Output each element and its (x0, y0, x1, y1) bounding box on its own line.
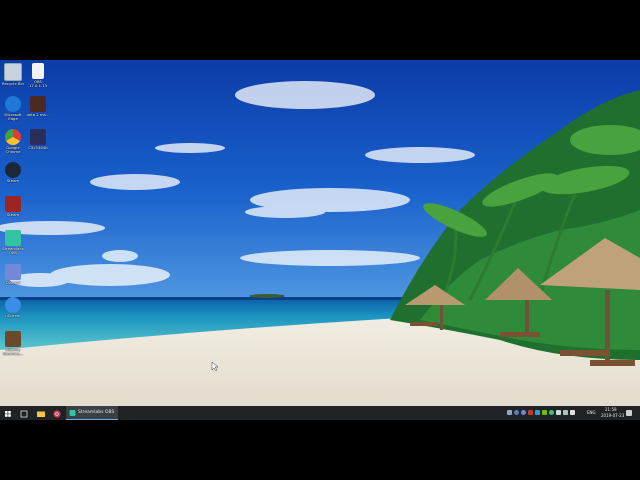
desktop-icon-chrome[interactable]: Google Chrome (1, 129, 25, 155)
steam-game-icon (5, 196, 21, 212)
app-tray-icon[interactable] (535, 410, 540, 415)
desktop-icon-streamlabs-obs[interactable]: Streamlabs OBS (1, 230, 25, 256)
icon-label: C5c5464b (28, 145, 48, 150)
icon-label: OBS 17.0.1.13 (28, 79, 48, 89)
app-tray-icon-2[interactable] (549, 410, 554, 415)
desktop-icon-roomie[interactable]: Roomie Downloa... (1, 331, 25, 357)
steam-tray-icon[interactable] (514, 410, 519, 415)
roomie-icon (5, 331, 21, 347)
icon-label: Recycle Bin (2, 81, 24, 86)
taskbar-chrome[interactable] (50, 406, 64, 420)
desktop-icon-dota2[interactable]: dota 2 ma... (26, 96, 50, 117)
discord-tray-icon[interactable] (521, 410, 526, 415)
windows-icon (5, 411, 11, 417)
desktop-icon-obs-file[interactable]: OBS 17.0.1.13 (26, 63, 50, 89)
system-tray: ENG 21:59 2019-07-23 (505, 406, 640, 420)
speaker-icon[interactable] (570, 410, 575, 415)
utorrent-icon (5, 297, 21, 313)
taskbar-file-explorer[interactable] (34, 406, 48, 420)
taskbar-app-label: Streamlabs OBS (78, 410, 115, 415)
task-view-icon (20, 410, 28, 418)
desktop-icon-discord[interactable]: Discord (1, 264, 25, 285)
discord-icon (5, 264, 21, 280)
icon-label: Discord (5, 280, 21, 285)
icon-label: Streamlabs OBS (2, 246, 24, 256)
streamlabs-icon (69, 410, 76, 416)
obs-tray-icon[interactable] (528, 410, 533, 415)
icon-label: dota 2 ma... (26, 112, 50, 117)
desktop-icon-recycle-bin[interactable]: Recycle Bin (1, 63, 25, 86)
notification-center-icon[interactable] (626, 410, 632, 416)
desktop-icon-utorrent[interactable]: uTorrent (1, 297, 25, 318)
steam-icon (5, 162, 21, 178)
file-icon (32, 63, 44, 79)
taskbar-streamlabs-obs[interactable]: Streamlabs OBS (66, 406, 118, 420)
icon-label: Steam (6, 212, 20, 217)
icon-label: Microsoft Edge (4, 112, 22, 122)
chrome-icon (5, 129, 21, 145)
icon-label: Google Chrome (5, 145, 21, 155)
nvidia-tray-icon[interactable] (542, 410, 547, 415)
dota2-icon (30, 96, 46, 112)
network-icon[interactable] (507, 410, 512, 415)
chrome-icon (53, 410, 61, 418)
folder-icon (37, 411, 45, 417)
desktop[interactable]: Recycle Bin OBS 17.0.1.13 Microsoft Edge… (0, 60, 640, 420)
taskbar: Streamlabs OBS ENG 21:59 2019-07-23 (0, 406, 640, 420)
streamlabs-icon (5, 230, 21, 246)
wallpaper-tropical-beach (0, 60, 640, 406)
desktop-icon-edge[interactable]: Microsoft Edge (1, 96, 25, 122)
icon-label: uTorrent (5, 313, 21, 318)
edge-icon (5, 96, 21, 112)
language-indicator[interactable]: ENG (587, 410, 596, 415)
start-button[interactable] (0, 406, 16, 420)
desktop-icon-steam[interactable]: Steam (1, 162, 25, 183)
icon-label: Roomie Downloa... (2, 347, 24, 357)
battery-icon[interactable] (563, 410, 568, 415)
desktop-icon-steam-2[interactable]: Steam (1, 196, 25, 217)
task-view-button[interactable] (17, 406, 31, 420)
volume-icon[interactable] (556, 410, 561, 415)
icon-label: Steam (6, 178, 20, 183)
clock-date[interactable]: 2019-07-23 (601, 413, 624, 418)
game-icon (30, 129, 46, 145)
desktop-icon-game-shortcut[interactable]: C5c5464b (26, 129, 50, 150)
recycle-bin-icon (4, 63, 22, 81)
clock-time[interactable]: 21:59 (605, 407, 617, 412)
